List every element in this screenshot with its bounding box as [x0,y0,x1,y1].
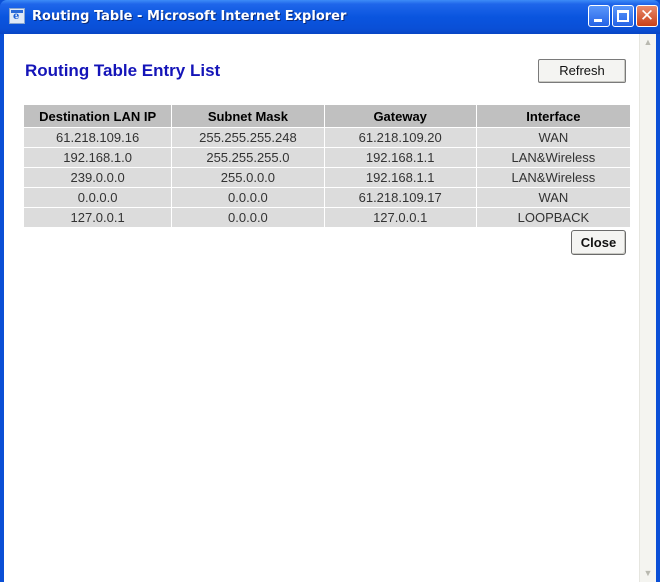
page-content: Routing Table Entry List Refresh Destina… [4,34,656,582]
cell-subnet-mask: 0.0.0.0 [171,187,325,208]
cell-gateway: 192.168.1.1 [324,167,477,188]
cell-interface: LOOPBACK [476,207,630,227]
cell-interface: LAN&Wireless [476,147,630,168]
cell-interface: WAN [476,127,630,148]
cell-gateway: 61.218.109.17 [324,187,477,208]
cell-subnet-mask: 0.0.0.0 [171,207,325,227]
cell-gateway: 61.218.109.20 [324,127,477,148]
table-row: 0.0.0.0 0.0.0.0 61.218.109.17 WAN [24,187,630,208]
cell-destination: 0.0.0.0 [24,187,173,208]
column-header-interface: Interface [476,105,630,128]
cell-destination: 192.168.1.0 [24,147,173,168]
cell-subnet-mask: 255.255.255.248 [171,127,325,148]
maximize-button[interactable] [612,5,634,27]
minimize-icon [594,19,602,22]
window-close-button[interactable]: ✕ [636,5,658,27]
cell-destination: 127.0.0.1 [24,207,173,227]
table-header-row: Destination LAN IP Subnet Mask Gateway I… [24,105,630,128]
close-icon: ✕ [639,6,655,26]
cell-gateway: 127.0.0.1 [324,207,477,227]
table-row: 61.218.109.16 255.255.255.248 61.218.109… [24,127,630,148]
scroll-down-icon[interactable]: ▼ [640,565,656,582]
title-bar[interactable]: e Routing Table - Microsoft Internet Exp… [0,0,660,34]
window-title: Routing Table - Microsoft Internet Explo… [32,9,347,24]
column-header-destination: Destination LAN IP [24,105,173,128]
internet-explorer-icon: e [9,8,25,24]
cell-subnet-mask: 255.0.0.0 [171,167,325,188]
cell-destination: 239.0.0.0 [24,167,173,188]
vertical-scrollbar[interactable]: ▲ ▼ [639,34,656,582]
scroll-up-icon[interactable]: ▲ [640,34,656,51]
cell-interface: LAN&Wireless [476,167,630,188]
refresh-button[interactable]: Refresh [538,59,626,83]
cell-interface: WAN [476,187,630,208]
browser-window: e Routing Table - Microsoft Internet Exp… [0,0,660,582]
column-header-subnet-mask: Subnet Mask [171,105,325,128]
routing-table: Destination LAN IP Subnet Mask Gateway I… [24,105,630,227]
table-row: 127.0.0.1 0.0.0.0 127.0.0.1 LOOPBACK [24,207,630,227]
page-title: Routing Table Entry List [25,61,221,80]
close-button[interactable]: Close [571,230,626,255]
maximize-icon [617,10,629,22]
cell-subnet-mask: 255.255.255.0 [171,147,325,168]
column-header-gateway: Gateway [324,105,477,128]
cell-gateway: 192.168.1.1 [324,147,477,168]
table-row: 239.0.0.0 255.0.0.0 192.168.1.1 LAN&Wire… [24,167,630,188]
table-row: 192.168.1.0 255.255.255.0 192.168.1.1 LA… [24,147,630,168]
minimize-button[interactable] [588,5,610,27]
cell-destination: 61.218.109.16 [24,127,173,148]
